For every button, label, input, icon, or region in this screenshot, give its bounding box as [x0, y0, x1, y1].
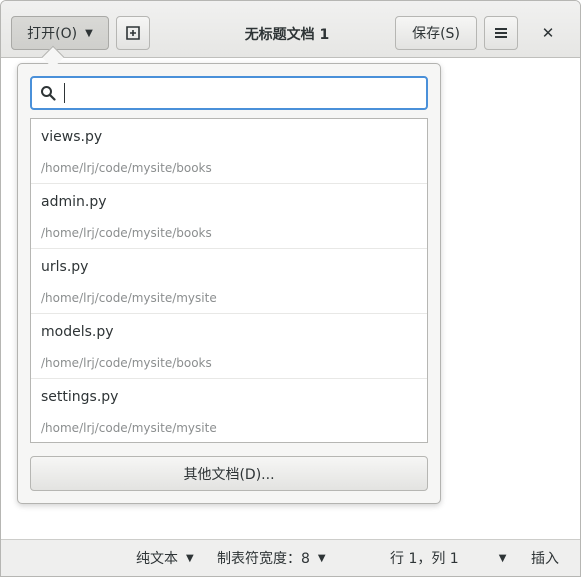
- file-name: settings.py: [41, 389, 119, 405]
- file-name: admin.py: [41, 194, 107, 210]
- window-title: 无标题文档 1: [244, 27, 330, 43]
- list-item[interactable]: admin.py /home/lrj/code/mysite/books: [31, 184, 427, 249]
- file-path: /home/lrj/code/mysite/mysite: [41, 421, 217, 435]
- new-tab-icon: [126, 26, 140, 40]
- close-button[interactable]: ✕: [531, 16, 565, 50]
- chevron-down-icon: ▼: [186, 552, 194, 564]
- cursor-position-label: 行 1，列 1: [390, 551, 459, 567]
- file-path: /home/lrj/code/mysite/books: [41, 356, 212, 370]
- editor-window: 打开(O) ▼ 无标题文档 1 保存(S) ✕ 纯文本 ▼ 制表符宽度：8 ▼ …: [0, 0, 581, 577]
- text-cursor: [64, 83, 65, 103]
- file-path: /home/lrj/code/mysite/mysite: [41, 291, 217, 305]
- list-item[interactable]: urls.py /home/lrj/code/mysite/mysite: [31, 249, 427, 314]
- list-item[interactable]: settings.py /home/lrj/code/mysite/mysite: [31, 379, 427, 444]
- chevron-down-icon: ▼: [498, 552, 507, 564]
- insert-mode-label: 插入: [531, 551, 559, 567]
- open-button-label: 打开(O): [27, 26, 78, 42]
- language-label: 纯文本: [136, 551, 178, 567]
- list-item[interactable]: models.py /home/lrj/code/mysite/books: [31, 314, 427, 379]
- menu-button[interactable]: [484, 16, 518, 50]
- chevron-down-icon: ▼: [85, 27, 93, 39]
- file-name: models.py: [41, 324, 114, 340]
- close-icon: ✕: [541, 24, 555, 42]
- language-selector[interactable]: 纯文本 ▼: [136, 548, 194, 568]
- list-item[interactable]: views.py /home/lrj/code/mysite/books: [31, 119, 427, 184]
- new-tab-button[interactable]: [116, 16, 150, 50]
- save-button-label: 保存(S): [412, 26, 460, 42]
- tab-width-selector[interactable]: 制表符宽度：8 ▼: [217, 548, 326, 568]
- file-path: /home/lrj/code/mysite/books: [41, 226, 212, 240]
- open-recent-popover: views.py /home/lrj/code/mysite/books adm…: [17, 63, 441, 504]
- search-field[interactable]: [30, 76, 428, 110]
- open-button[interactable]: 打开(O) ▼: [11, 16, 109, 50]
- file-name: urls.py: [41, 259, 89, 275]
- hamburger-menu-icon: [495, 28, 507, 38]
- save-button[interactable]: 保存(S): [395, 16, 477, 50]
- file-name: views.py: [41, 129, 103, 145]
- tab-width-label: 制表符宽度：8: [217, 551, 310, 567]
- search-icon: [41, 86, 56, 101]
- other-documents-button[interactable]: 其他文档(D)...: [30, 456, 428, 491]
- status-bar: 纯文本 ▼ 制表符宽度：8 ▼ 行 1，列 1 ▼ 插入: [1, 539, 580, 576]
- header-bar: 打开(O) ▼ 无标题文档 1 保存(S) ✕: [1, 1, 580, 58]
- search-input[interactable]: [66, 84, 416, 100]
- file-path: /home/lrj/code/mysite/books: [41, 161, 212, 175]
- other-documents-label: 其他文档(D)...: [183, 466, 275, 483]
- chevron-down-icon: ▼: [317, 552, 326, 564]
- cursor-position-selector[interactable]: 行 1，列 1 ▼: [390, 548, 506, 568]
- recent-files-list: views.py /home/lrj/code/mysite/books adm…: [30, 118, 428, 443]
